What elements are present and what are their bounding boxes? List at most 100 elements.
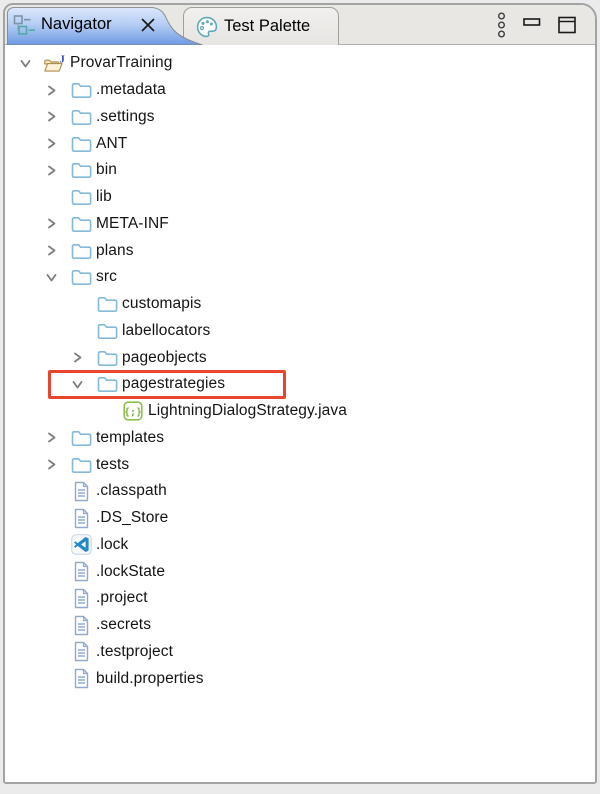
chevron-right-icon[interactable] [43, 458, 69, 471]
tree-row[interactable]: .metadata [5, 77, 595, 104]
tree-item-label: META-INF [96, 214, 169, 232]
chevron-right-icon[interactable] [43, 84, 69, 97]
file-icon [69, 508, 93, 529]
chevron-down-icon[interactable] [43, 271, 69, 284]
tree-row[interactable]: .classpath [5, 478, 595, 505]
tree-item-label: src [96, 268, 117, 286]
folder-icon [95, 375, 119, 393]
chevron-right-icon[interactable] [43, 137, 69, 150]
tab-navigator[interactable]: Navigator [5, 5, 205, 46]
tree-row[interactable]: plans [5, 237, 595, 264]
minimize-icon[interactable] [523, 16, 541, 34]
folder-icon [69, 456, 93, 474]
folder-icon [69, 215, 93, 233]
tree-item-label: .DS_Store [96, 509, 169, 527]
tree-item-label: ANT [96, 134, 128, 152]
tree-row[interactable]: labellocators [5, 318, 595, 345]
chevron-right-icon[interactable] [43, 164, 69, 177]
folder-icon [69, 135, 93, 153]
tree-item-label: .testproject [96, 642, 174, 660]
tree-row[interactable]: J ProvarTraining [5, 50, 595, 77]
chevron-down-icon[interactable] [69, 378, 95, 391]
vscode-icon [69, 534, 93, 556]
file-icon [69, 561, 93, 582]
tree-item-label: .lockState [96, 562, 166, 580]
tree-item-label: pagestrategies [122, 375, 226, 393]
navigator-icon [13, 15, 35, 35]
view-tab-bar: Navigator Test Palette [5, 5, 595, 45]
file-icon [69, 615, 93, 636]
chevron-down-icon[interactable] [17, 57, 43, 70]
tree-item-label: lib [96, 188, 112, 206]
chevron-right-icon[interactable] [43, 431, 69, 444]
chevron-right-icon[interactable] [43, 217, 69, 230]
tree-item-label: templates [96, 428, 165, 446]
folder-icon [69, 161, 93, 179]
tree-item-label: .settings [96, 107, 155, 125]
navigator-content: J ProvarTraining .metadata .settings ANT bin l… [5, 46, 595, 782]
tree-row[interactable]: .lockState [5, 558, 595, 585]
close-icon[interactable] [140, 17, 156, 33]
tree-item-label: .classpath [96, 482, 167, 500]
tree-item-label: .secrets [96, 616, 152, 634]
tree-item-label: .project [96, 589, 148, 607]
folder-icon [69, 429, 93, 447]
tree-item-label: .metadata [96, 81, 166, 99]
tree-row[interactable]: META-INF [5, 211, 595, 238]
tree-row[interactable]: .lock [5, 532, 595, 559]
folder-icon [95, 295, 119, 313]
chevron-right-icon[interactable] [69, 351, 95, 364]
tab-test-palette[interactable]: Test Palette [183, 7, 339, 45]
tab-navigator-label: Navigator [41, 15, 112, 33]
tree-row[interactable]: templates [5, 425, 595, 452]
folder-icon [69, 81, 93, 99]
tree-item-label: ProvarTraining [70, 54, 173, 72]
maximize-icon[interactable] [558, 16, 577, 34]
tree-row[interactable]: tests [5, 451, 595, 478]
file-icon [69, 588, 93, 609]
folder-icon [95, 322, 119, 340]
java-source-icon: {;} [121, 401, 145, 421]
tree-item-label: labellocators [122, 321, 211, 339]
tree-row[interactable]: .secrets [5, 612, 595, 639]
tree-row[interactable]: {;} LightningDialogStrategy.java [5, 398, 595, 425]
file-icon [69, 668, 93, 689]
tree-row[interactable]: bin [5, 157, 595, 184]
tree-item-label: plans [96, 241, 134, 259]
tree-item-label: bin [96, 161, 117, 179]
tree-row[interactable]: ANT [5, 130, 595, 157]
chevron-right-icon[interactable] [43, 244, 69, 257]
java-project-open-icon: J [43, 53, 67, 74]
tree-row[interactable]: customapis [5, 291, 595, 318]
tab-test-palette-label: Test Palette [224, 17, 311, 35]
view-menu-icon[interactable] [497, 12, 506, 38]
tree-item-label: LightningDialogStrategy.java [148, 402, 347, 420]
tree-item-label: .lock [96, 535, 129, 553]
view-toolbar [497, 5, 577, 45]
tree-row[interactable]: build.properties [5, 665, 595, 692]
tree-row[interactable]: pagestrategies [5, 369, 595, 399]
folder-icon [95, 349, 119, 367]
tree-item-label: pageobjects [122, 348, 207, 366]
tree-row[interactable]: .testproject [5, 639, 595, 666]
tree-row[interactable]: lib [5, 184, 595, 211]
tree-item-label: build.properties [96, 669, 204, 687]
navigator-view-panel: Navigator Test Palette J ProvarTraining … [3, 3, 597, 784]
folder-icon [69, 108, 93, 126]
folder-icon [69, 268, 93, 286]
chevron-right-icon[interactable] [43, 110, 69, 123]
svg-text:J: J [59, 54, 65, 65]
tree-row[interactable]: .project [5, 585, 595, 612]
tree-row[interactable]: .DS_Store [5, 505, 595, 532]
tree-row[interactable]: src [5, 264, 595, 291]
file-icon [69, 641, 93, 662]
tree-row[interactable]: pageobjects [5, 344, 595, 371]
file-icon [69, 481, 93, 502]
tree-item-label: customapis [122, 295, 202, 313]
file-tree: J ProvarTraining .metadata .settings ANT bin l… [5, 46, 595, 692]
svg-text:{;}: {;} [124, 407, 142, 418]
folder-icon [69, 188, 93, 206]
folder-icon [69, 242, 93, 260]
tree-row[interactable]: .settings [5, 104, 595, 131]
tree-item-label: tests [96, 455, 130, 473]
